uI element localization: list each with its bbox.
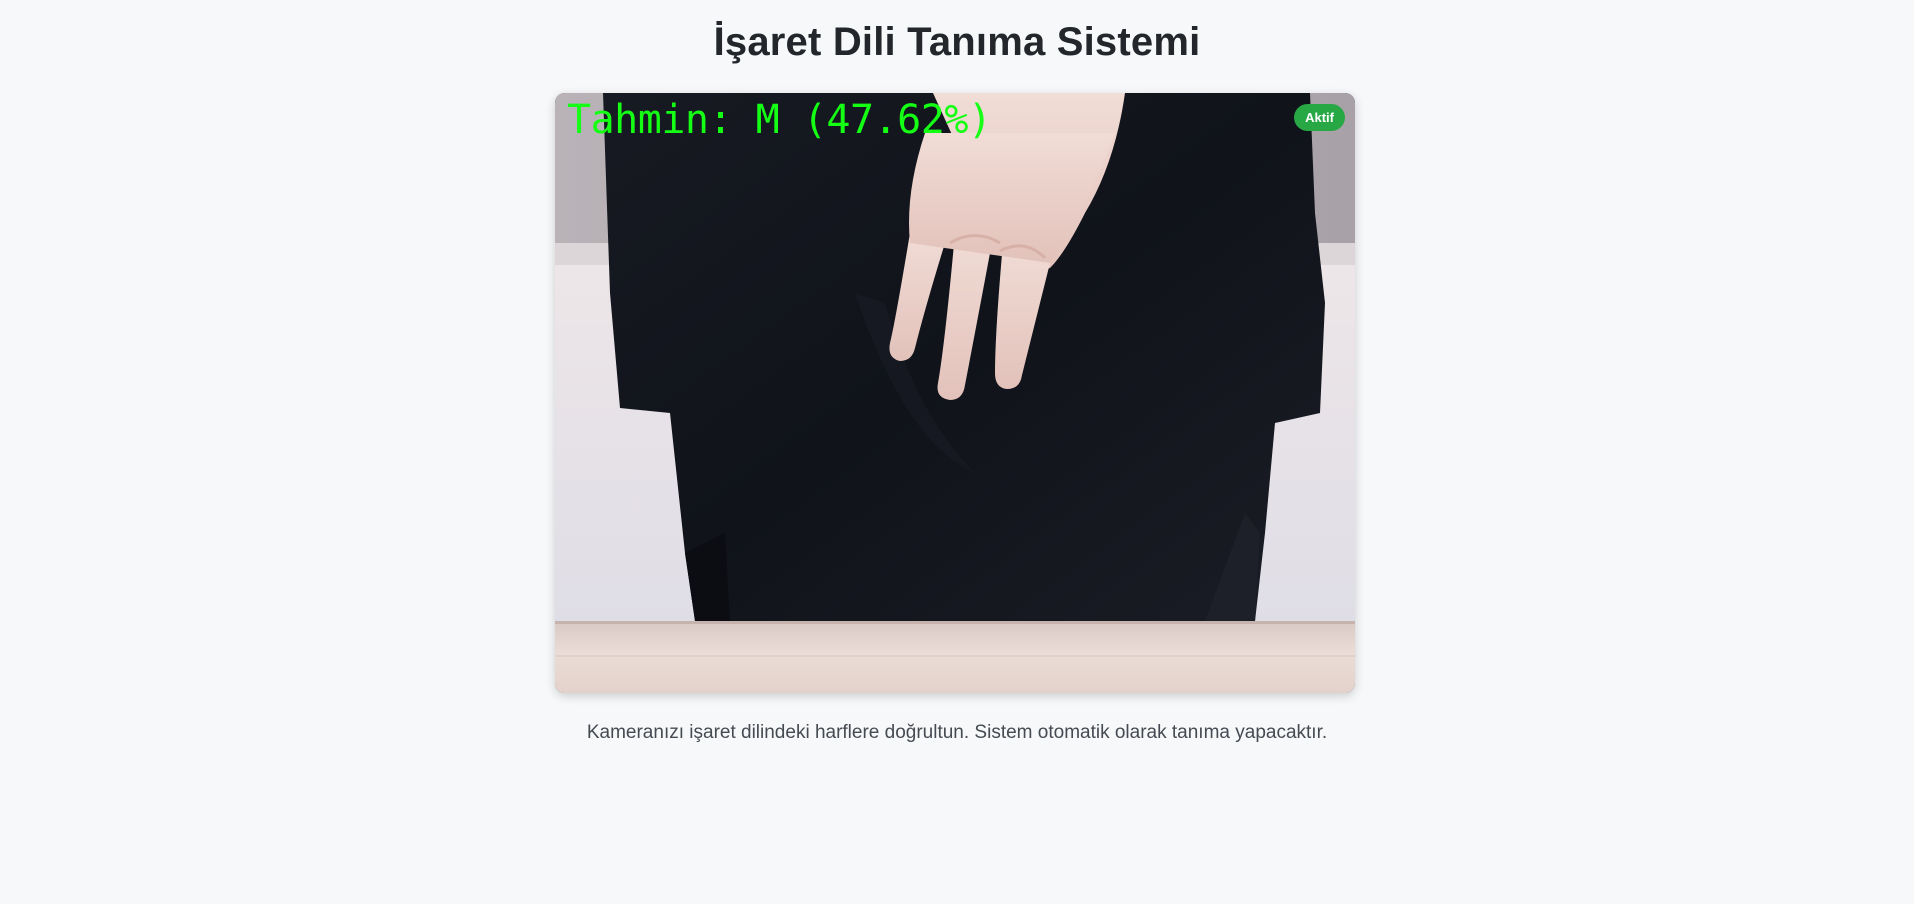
page-title: İşaret Dili Tanıma Sistemi: [713, 20, 1201, 64]
page: İşaret Dili Tanıma Sistemi Tahmin: M (47…: [0, 0, 1914, 904]
camera-image: [555, 93, 1355, 693]
instructions-text: Kameranızı işaret dilindeki harflere doğ…: [586, 722, 1328, 743]
status-badge: Aktif: [1294, 104, 1345, 131]
prediction-label: Tahmin: M (47.62%): [567, 97, 992, 143]
camera-feed: Tahmin: M (47.62%) Aktif: [555, 93, 1355, 693]
